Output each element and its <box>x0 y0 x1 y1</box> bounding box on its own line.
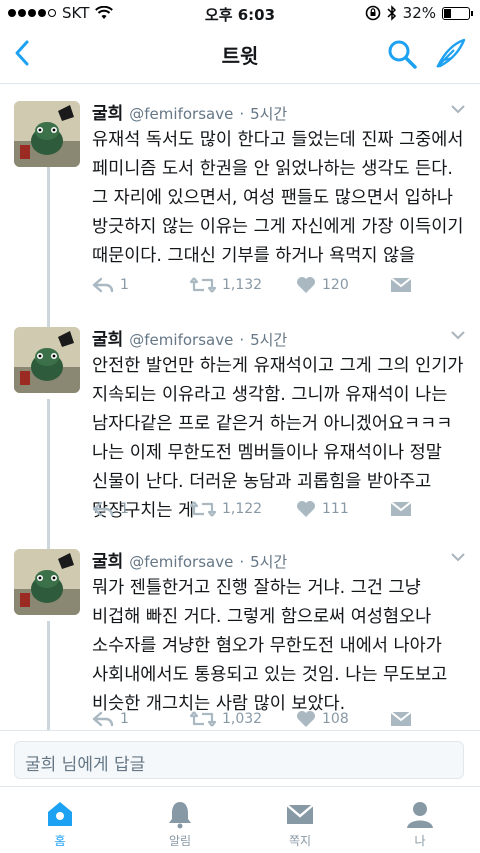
tweet-time: 5시간 <box>250 331 288 349</box>
tweet-header: 굴희 @femiforsave · 5시간 <box>92 547 466 572</box>
tweet-body: 굴희 @femiforsave · 5시간 뭐가 젠틀한거고 진행 잘하는 거냐… <box>92 547 466 719</box>
tab-notifications[interactable]: 알림 <box>120 787 240 853</box>
like-button[interactable]: 120 <box>296 276 349 294</box>
tweet-thread[interactable]: 굴희 @femiforsave · 5시간 유재석 독서도 많이 한다고 들었는… <box>0 85 480 730</box>
author-handle[interactable]: @femiforsave <box>129 331 233 349</box>
compose-tweet-icon[interactable] <box>434 36 468 70</box>
tweet-item[interactable]: 굴희 @femiforsave · 5시간 뭐가 젠틀한거고 진행 잘하는 거냐… <box>0 539 480 730</box>
tab-label: 홈 <box>54 834 66 848</box>
author-name[interactable]: 굴희 <box>92 325 123 350</box>
search-icon[interactable] <box>386 38 418 70</box>
thread-connector <box>47 539 50 549</box>
retweet-icon <box>190 277 216 293</box>
like-count: 111 <box>322 501 349 517</box>
status-bar: SKT 오후 6:03 32% <box>0 0 480 26</box>
chevron-down-icon[interactable] <box>450 551 466 563</box>
avatar[interactable] <box>14 327 80 393</box>
tweet-body: 굴희 @femiforsave · 5시간 유재석 독서도 많이 한다고 들었는… <box>92 99 466 271</box>
thread-connector <box>47 167 50 317</box>
dot-separator: · <box>239 105 245 123</box>
direct-message-button[interactable] <box>390 277 412 293</box>
tweet-body: 굴희 @femiforsave · 5시간 안전한 발언만 하는게 유재석이고 … <box>92 325 466 526</box>
reply-input[interactable]: 굴희 님에게 답글 <box>14 741 464 779</box>
author-handle[interactable]: @femiforsave <box>129 553 233 571</box>
tab-label: 나 <box>414 834 426 848</box>
envelope-icon <box>390 501 412 516</box>
reply-count: 1 <box>120 277 129 293</box>
person-icon <box>407 802 433 828</box>
thread-connector <box>47 621 50 730</box>
reply-bar: 굴희 님에게 답글 <box>0 730 480 786</box>
retweet-count: 1,032 <box>222 711 263 727</box>
tweet-time: 5시간 <box>250 105 288 123</box>
reply-icon <box>92 501 114 517</box>
tweet-text: 안전한 발언만 하는게 유재석이고 그게 그의 인기가 지속되는 이유라고 생각… <box>92 356 464 521</box>
tab-label: 알림 <box>168 834 192 848</box>
tweet-time: 5시간 <box>250 553 288 571</box>
tab-bar: 홈 알림 쪽지 나 <box>0 786 480 853</box>
reply-button[interactable]: 1 <box>92 501 129 517</box>
reply-button[interactable]: 1 <box>92 277 129 293</box>
tweet-text: 유재석 독서도 많이 한다고 들었는데 진짜 그중에서 페미니즘 도서 한권을 … <box>92 130 464 266</box>
heart-icon <box>297 277 315 293</box>
rotation-lock-icon <box>365 5 380 21</box>
avatar-image <box>14 327 80 393</box>
tweet-text: 뭐가 젠틀한거고 진행 잘하는 거냐. 그건 그냥 비겁해 빠진 거다. 그렇게… <box>92 578 448 714</box>
reply-icon <box>92 277 114 293</box>
heart-icon <box>297 501 315 517</box>
retweet-count: 1,132 <box>222 277 263 293</box>
tweet-header: 굴희 @femiforsave · 5시간 <box>92 325 466 350</box>
author-handle[interactable]: @femiforsave <box>129 105 233 123</box>
tab-me[interactable]: 나 <box>360 787 480 853</box>
direct-message-button[interactable] <box>390 711 412 727</box>
reply-count: 1 <box>120 501 129 517</box>
reply-icon <box>92 711 114 727</box>
dot-separator: · <box>239 331 245 349</box>
tab-messages[interactable]: 쪽지 <box>240 787 360 853</box>
reply-count: 1 <box>120 711 129 727</box>
envelope-icon <box>390 711 412 726</box>
tab-label: 쪽지 <box>288 834 312 848</box>
retweet-button[interactable]: 1,032 <box>190 710 262 728</box>
like-button[interactable]: 111 <box>296 500 349 518</box>
avatar-image <box>14 549 80 615</box>
retweet-icon <box>190 711 216 727</box>
retweet-button[interactable]: 1,122 <box>190 500 262 518</box>
status-right: 32% <box>365 4 473 22</box>
tweet-item[interactable]: 굴희 @femiforsave · 5시간 안전한 발언만 하는게 유재석이고 … <box>0 317 480 539</box>
envelope-icon <box>286 804 314 824</box>
like-count: 108 <box>322 711 349 727</box>
tweet-header: 굴희 @femiforsave · 5시간 <box>92 99 466 124</box>
avatar-image <box>14 101 80 167</box>
battery-icon <box>442 6 473 20</box>
chevron-down-icon[interactable] <box>450 329 466 341</box>
heart-icon <box>297 711 315 727</box>
like-count: 120 <box>322 277 349 293</box>
tweet-item[interactable]: 굴희 @femiforsave · 5시간 유재석 독서도 많이 한다고 들었는… <box>0 85 480 317</box>
author-name[interactable]: 굴희 <box>92 99 123 124</box>
thread-connector <box>47 399 50 539</box>
thread-connector <box>47 317 50 327</box>
author-name[interactable]: 굴희 <box>92 547 123 572</box>
retweet-button[interactable]: 1,132 <box>190 276 262 294</box>
nav-bar: 트윗 <box>0 26 480 84</box>
avatar[interactable] <box>14 549 80 615</box>
bell-icon <box>169 802 191 829</box>
like-button[interactable]: 108 <box>296 710 349 728</box>
retweet-count: 1,122 <box>222 501 263 517</box>
tab-home[interactable]: 홈 <box>0 787 120 853</box>
envelope-icon <box>390 277 412 292</box>
battery-percent: 32% <box>402 4 436 22</box>
bluetooth-icon <box>387 5 396 21</box>
home-icon <box>48 802 72 826</box>
reply-button[interactable]: 1 <box>92 711 129 727</box>
direct-message-button[interactable] <box>390 501 412 517</box>
avatar[interactable] <box>14 101 80 167</box>
retweet-icon <box>190 501 216 517</box>
chevron-down-icon[interactable] <box>450 103 466 115</box>
dot-separator: · <box>239 553 245 571</box>
